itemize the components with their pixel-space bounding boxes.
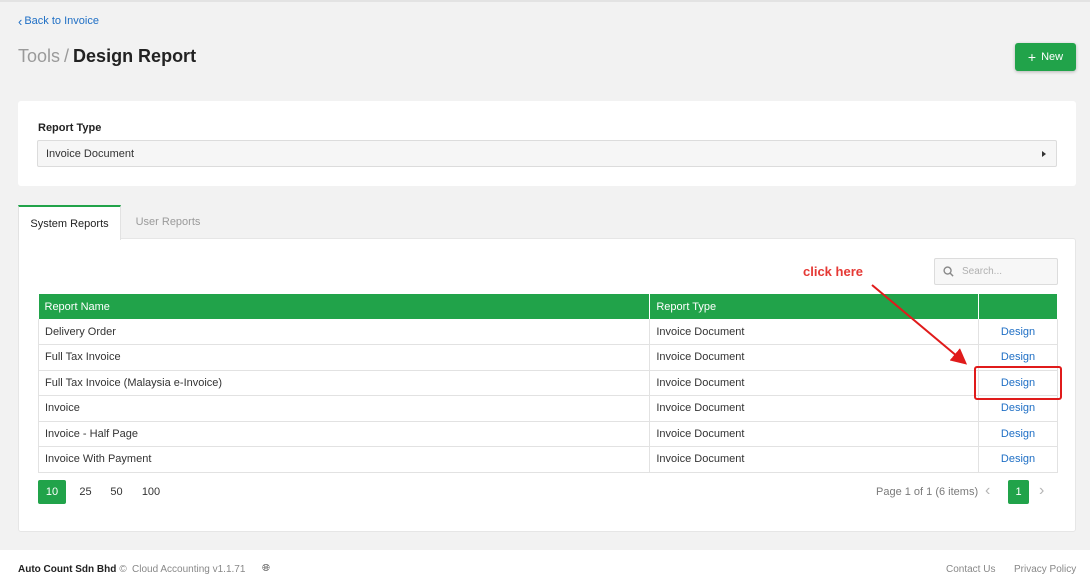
reports-table: Report Name Report Type Delivery Order I… <box>37 294 1058 473</box>
report-type-select[interactable]: Invoice Document <box>37 140 1057 167</box>
company-name: Auto Count Sdn Bhd <box>18 564 117 575</box>
page-title-current: Design Report <box>73 46 197 66</box>
page-number-button[interactable]: 1 <box>1008 480 1029 504</box>
search-icon <box>943 266 954 277</box>
globe-icon[interactable]: 🌐︎ <box>262 563 270 574</box>
table-header-row: Report Name Report Type <box>38 294 1058 319</box>
contact-us-link[interactable]: Contact Us <box>946 564 995 575</box>
chevron-left-icon: ‹ <box>18 13 23 29</box>
report-type-cell: Invoice Document <box>649 370 980 396</box>
design-link[interactable]: Design <box>1001 428 1035 440</box>
page-size-selector: 10 25 50 100 <box>38 480 170 504</box>
report-name-cell: Invoice <box>37 395 651 422</box>
page-size-25[interactable]: 25 <box>70 480 101 504</box>
page-size-10[interactable]: 10 <box>38 480 66 504</box>
footer-company: Auto Count Sdn Bhd © <box>18 564 127 575</box>
report-type-cell: Invoice Document <box>649 395 980 422</box>
table-row: Delivery Order Invoice Document Design <box>37 319 1058 345</box>
report-type-value: Invoice Document <box>46 147 135 160</box>
tab-user-reports-label: User Reports <box>135 216 201 228</box>
reports-panel: Report Name Report Type Delivery Order I… <box>18 238 1076 532</box>
report-type-card: Report Type Invoice Document <box>18 101 1076 186</box>
report-name-cell: Full Tax Invoice <box>37 344 651 371</box>
privacy-policy-link[interactable]: Privacy Policy <box>1014 564 1076 575</box>
design-link[interactable]: Design <box>1001 326 1035 338</box>
new-button[interactable]: + New <box>1015 43 1076 71</box>
page-title: Tools / Design Report <box>18 46 196 67</box>
app-version: Cloud Accounting v1.1.71 <box>132 564 246 575</box>
table-row: Invoice Invoice Document Design <box>37 395 1058 422</box>
design-link[interactable]: Design <box>1001 453 1035 465</box>
table-row: Full Tax Invoice Invoice Document Design <box>37 344 1058 371</box>
footer: Auto Count Sdn Bhd © Cloud Accounting v1.… <box>0 550 1090 582</box>
table-row: Invoice With Payment Invoice Document De… <box>37 446 1058 473</box>
report-type-label: Report Type <box>38 122 102 134</box>
top-border <box>0 0 1090 2</box>
tab-user-reports[interactable]: User Reports <box>122 205 214 239</box>
report-type-cell: Invoice Document <box>649 344 980 371</box>
copyright-symbol: © <box>119 564 127 575</box>
column-header-report-type[interactable]: Report Type <box>649 294 980 319</box>
report-name-cell: Invoice With Payment <box>37 446 651 473</box>
page-size-100[interactable]: 100 <box>132 480 170 504</box>
table-row: Invoice - Half Page Invoice Document Des… <box>37 421 1058 447</box>
design-link[interactable]: Design <box>1001 351 1035 363</box>
new-button-label: New <box>1041 51 1064 63</box>
report-type-cell: Invoice Document <box>649 319 980 345</box>
chevron-right-icon[interactable]: › <box>1039 483 1044 499</box>
action-cell: Design <box>978 446 1058 473</box>
caret-right-icon <box>1042 151 1046 157</box>
search-input[interactable] <box>962 266 1042 277</box>
tab-system-reports[interactable]: System Reports <box>18 205 121 240</box>
table-row: Full Tax Invoice (Malaysia e-Invoice) In… <box>37 370 1058 396</box>
page-info: Page 1 of 1 (6 items) <box>876 486 979 498</box>
report-name-cell: Invoice - Half Page <box>37 421 651 447</box>
column-header-action <box>978 294 1058 319</box>
action-cell: Design <box>978 319 1058 345</box>
column-header-report-name[interactable]: Report Name <box>38 294 651 319</box>
report-name-cell: Delivery Order <box>37 319 651 345</box>
report-type-cell: Invoice Document <box>649 446 980 473</box>
report-name-cell: Full Tax Invoice (Malaysia e-Invoice) <box>37 370 651 396</box>
action-cell: Design <box>978 421 1058 447</box>
annotation-highlight-box <box>974 366 1062 400</box>
breadcrumb-tools: Tools <box>18 46 61 66</box>
annotation-label: click here <box>803 264 863 279</box>
breadcrumb-separator: / <box>64 46 70 66</box>
design-link[interactable]: Design <box>1001 402 1035 414</box>
report-type-cell: Invoice Document <box>649 421 980 447</box>
back-to-invoice-link[interactable]: ‹ Back to Invoice <box>18 13 99 29</box>
search-box[interactable] <box>934 258 1058 285</box>
back-link-label: Back to Invoice <box>24 15 99 27</box>
tab-system-reports-label: System Reports <box>30 217 109 230</box>
page-size-50[interactable]: 50 <box>101 480 132 504</box>
chevron-left-icon[interactable]: ‹ <box>985 483 990 499</box>
plus-icon: + <box>1027 49 1037 65</box>
